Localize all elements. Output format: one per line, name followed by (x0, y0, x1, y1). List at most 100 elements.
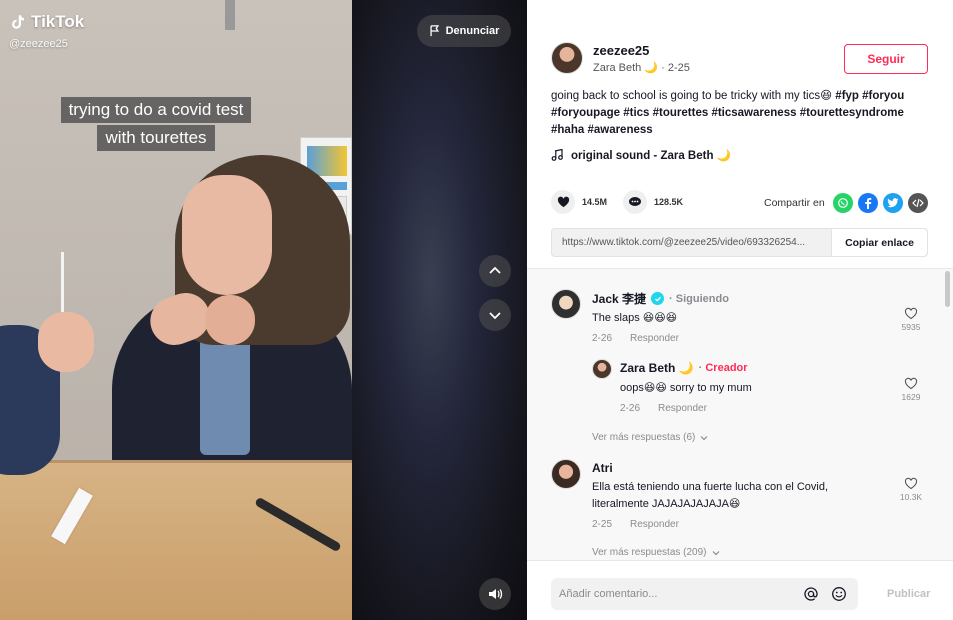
comment-meta: 2-26 Responder (620, 403, 707, 414)
comment-meta: 2-25 Responder (592, 519, 679, 530)
post-date: 2-25 (667, 61, 690, 74)
report-button-label: Denunciar (445, 25, 500, 37)
comment-author[interactable]: Atri (592, 461, 613, 475)
like-count: 14.5M (582, 197, 608, 207)
sound-label: original sound - Zara Beth 🌙 (571, 150, 731, 162)
comment-author[interactable]: Jack 李捷 · Siguiendo (592, 290, 729, 307)
view-more-replies-button[interactable]: Ver más respuestas (209) (592, 547, 720, 558)
comment-like-button[interactable]: 5935 (896, 307, 926, 332)
reply-button[interactable]: Responder (630, 333, 679, 344)
video-scene-table (0, 460, 352, 620)
moon-emoji: 🌙 (644, 61, 659, 74)
heart-outline-icon (904, 477, 918, 490)
heart-outline-icon (904, 307, 918, 320)
video-frame[interactable]: TikTok @zeezee25 trying to do a covid te… (0, 0, 352, 620)
hashtag-link[interactable]: #foryoupage (551, 107, 620, 119)
comment-input-placeholder[interactable]: Añadir comentario... (559, 588, 794, 600)
hashtag-link[interactable]: #ticsawareness (711, 107, 796, 119)
video-scene-swab (61, 252, 64, 312)
video-caption: trying to do a covid test with tourettes (0, 96, 312, 152)
description-text: going back to school is going to be tric… (551, 90, 833, 102)
comment-avatar[interactable] (551, 289, 581, 319)
video-scene-collar (200, 335, 250, 455)
chevron-down-icon (712, 550, 719, 555)
chevron-down-icon (489, 312, 501, 320)
author-avatar[interactable] (551, 42, 583, 74)
chevron-down-icon (700, 435, 708, 440)
whatsapp-share-icon[interactable] (833, 193, 853, 213)
creator-status: · Creador (698, 362, 748, 374)
mention-icon[interactable] (800, 583, 822, 605)
volume-icon (489, 589, 503, 599)
comment-reply-item: Zara Beth 🌙 · Creador oops😆😆 sorry to my… (592, 359, 931, 419)
comment-date: 2-26 (620, 403, 641, 414)
like-button[interactable]: 14.5M (551, 190, 607, 214)
comment-input[interactable]: Añadir comentario... (551, 578, 858, 610)
tiktok-watermark-text: TikTok (31, 12, 85, 31)
following-status-text: Siguiendo (675, 292, 729, 305)
previous-video-button[interactable] (479, 255, 511, 287)
tiktok-logo-icon (12, 15, 24, 29)
comment-date: 2-26 (592, 333, 613, 344)
view-more-replies-button[interactable]: Ver más respuestas (6) (592, 432, 708, 443)
comment-like-count: 10.3K (899, 492, 923, 502)
sound-link[interactable]: original sound - Zara Beth 🌙 (551, 148, 731, 162)
author-username[interactable]: zeezee25 (593, 43, 690, 58)
video-caption-line: trying to do a covid test (60, 97, 252, 123)
video-player[interactable]: TikTok @zeezee25 trying to do a covid te… (0, 0, 527, 620)
publish-button[interactable]: Publicar (887, 588, 930, 600)
embed-share-icon[interactable] (908, 193, 928, 213)
follow-button[interactable]: Seguir (844, 44, 928, 74)
comment-composer: Añadir comentario... Publicar (527, 560, 953, 620)
hashtag-link[interactable]: #haha (551, 124, 584, 136)
share-label: Compartir en (764, 197, 825, 209)
flag-icon (430, 25, 439, 37)
share-link-url[interactable]: https://www.tiktok.com/@zeezee25/video/6… (552, 229, 831, 256)
reply-button[interactable]: Responder (658, 403, 707, 414)
author-subtitle: Zara Beth 🌙 · 2-25 (593, 61, 690, 74)
like-icon-wrap (551, 190, 575, 214)
separator-dot: · (661, 61, 665, 74)
comment-count-button[interactable]: 128.5K (623, 190, 683, 214)
view-more-replies-label: Ver más respuestas (6) (592, 432, 696, 443)
next-video-button[interactable] (479, 299, 511, 331)
tiktok-watermark: TikTok (9, 12, 84, 32)
hashtag-link[interactable]: #awareness (587, 124, 652, 136)
comment-date: 2-25 (592, 519, 613, 530)
comment-like-button[interactable]: 10.3K (896, 477, 926, 502)
facebook-share-icon[interactable] (858, 193, 878, 213)
video-scene-wall (225, 0, 235, 30)
hashtag-link[interactable]: #tourettesyndrome (800, 107, 904, 119)
comment-author-name: Jack 李捷 (592, 292, 647, 306)
following-status: · Siguiendo (669, 292, 729, 305)
verified-badge-icon (651, 292, 665, 305)
comment-author[interactable]: Zara Beth 🌙 · Creador (620, 361, 748, 375)
report-button[interactable]: Denunciar (417, 15, 511, 47)
tiktok-watermark-handle: @zeezee25 (9, 38, 68, 50)
comment-text: oops😆😆 sorry to my mum (620, 382, 752, 394)
author-display-name: Zara Beth (593, 61, 642, 74)
hashtag-link[interactable]: #fyp (835, 90, 859, 102)
comment-avatar[interactable] (592, 359, 612, 379)
comment-list-scrollbar[interactable] (945, 271, 950, 307)
comment-count: 128.5K (654, 197, 684, 207)
copy-link-button[interactable]: Copiar enlace (831, 229, 927, 256)
hashtag-link[interactable]: #tics (623, 107, 649, 119)
comment-like-button[interactable]: 1629 (896, 377, 926, 402)
comment-author-name: Zara Beth 🌙 (620, 361, 694, 375)
comment-meta: 2-26 Responder (592, 333, 679, 344)
music-note-icon (551, 149, 563, 161)
comment-list[interactable]: Jack 李捷 · Siguiendo The slaps 😆😆😆 2-26 R… (527, 268, 953, 560)
hashtag-link[interactable]: #tourettes (653, 107, 709, 119)
reply-button[interactable]: Responder (630, 519, 679, 530)
hashtag-link[interactable]: #foryou (862, 90, 904, 102)
comment-text: The slaps 😆😆😆 (592, 312, 678, 324)
volume-button[interactable] (479, 578, 511, 610)
author-info[interactable]: zeezee25 Zara Beth 🌙 · 2-25 (551, 42, 690, 74)
emoji-icon[interactable] (828, 583, 850, 605)
video-description: going back to school is going to be tric… (551, 88, 931, 139)
comment-like-count: 5935 (901, 322, 921, 332)
twitter-share-icon[interactable] (883, 193, 903, 213)
comment-icon-wrap (623, 190, 647, 214)
comment-avatar[interactable] (551, 459, 581, 489)
